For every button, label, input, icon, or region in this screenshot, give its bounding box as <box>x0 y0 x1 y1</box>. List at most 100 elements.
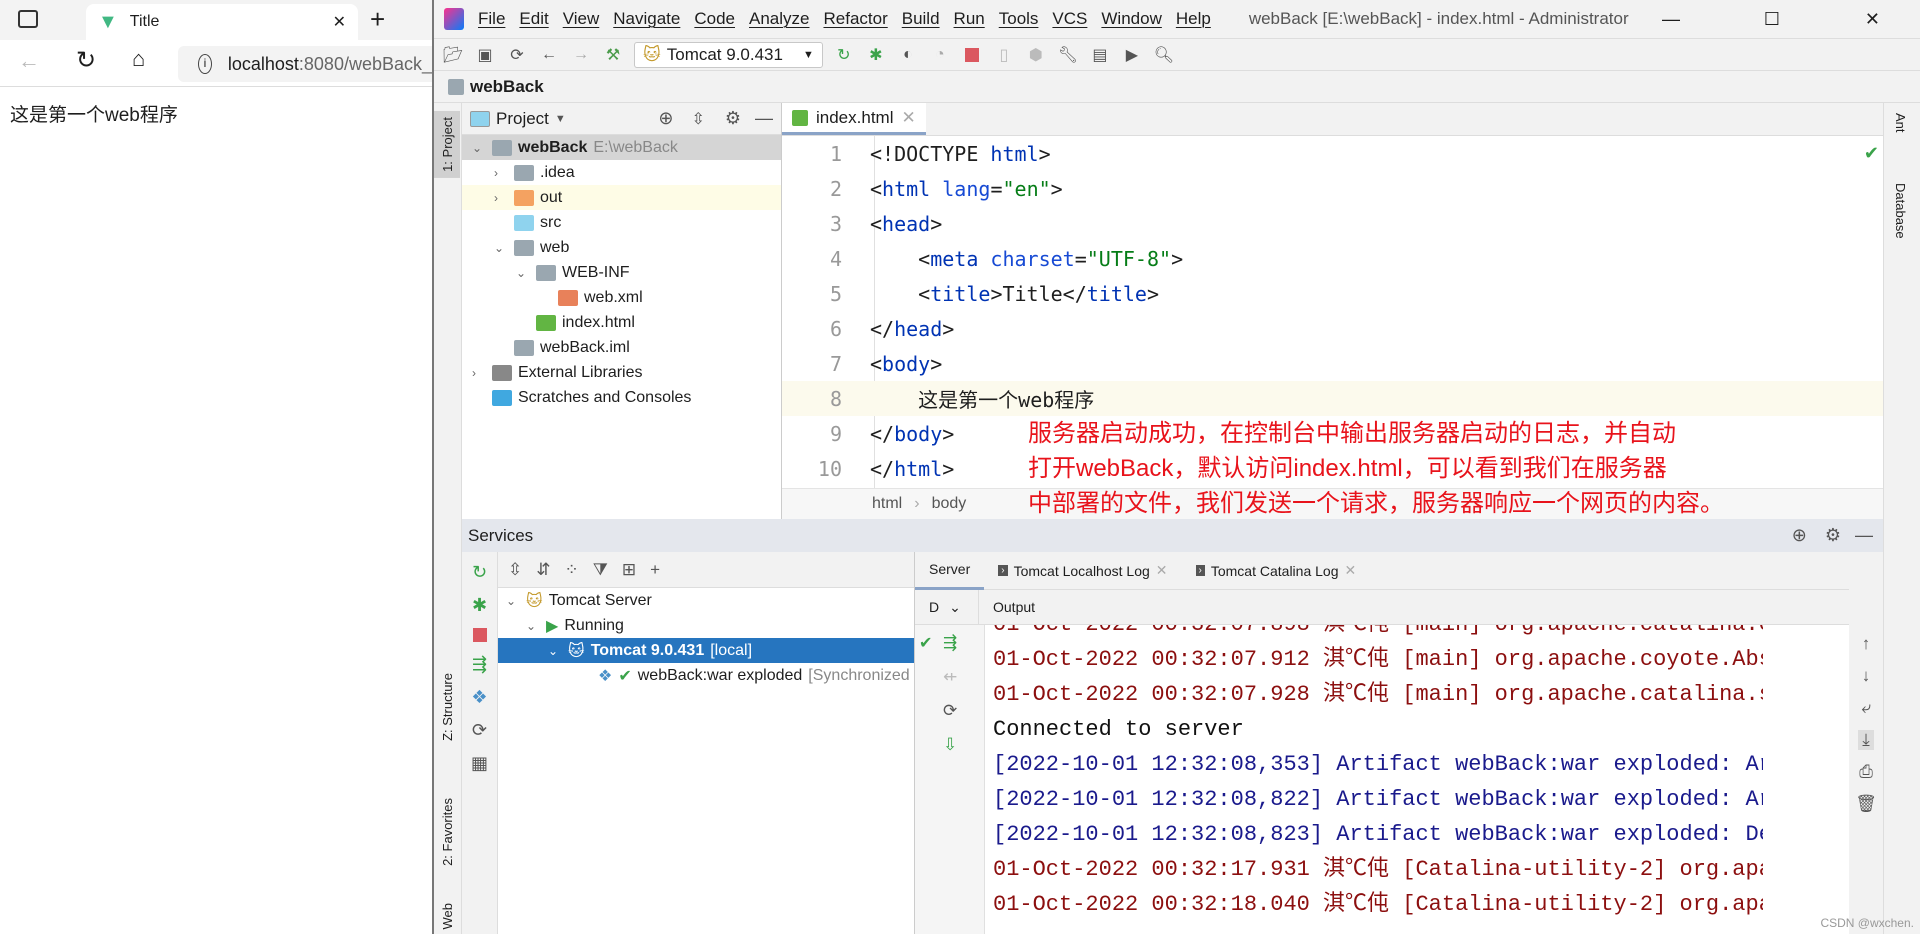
expand-all-icon[interactable]: ⇳ <box>508 560 522 580</box>
refresh-icon[interactable]: ⟳ <box>472 720 487 741</box>
new-tab-icon[interactable]: + <box>370 4 385 35</box>
menu-vcs[interactable]: VCS <box>1052 9 1087 29</box>
project-tree-item[interactable]: › out <box>462 185 781 210</box>
back-icon[interactable]: ← <box>18 48 40 74</box>
rerun-icon[interactable]: ↻ <box>472 562 487 583</box>
debug-icon[interactable]: ✱ <box>472 595 487 616</box>
coverage-icon[interactable]: ◐ <box>897 44 919 66</box>
address-bar[interactable]: i localhost:8080/webBack_ <box>178 46 432 82</box>
print-icon[interactable]: ⎙ <box>1859 762 1873 782</box>
undeploy-icon[interactable]: ⇷ <box>943 667 957 687</box>
close-tab-icon[interactable]: ✕ <box>1345 562 1357 579</box>
group-by-icon[interactable]: ⁘ <box>565 560 579 580</box>
project-tree-item[interactable]: index.html <box>462 310 781 335</box>
minimize-button[interactable]: — <box>1662 9 1680 30</box>
structure-tool-button[interactable]: Z: Structure <box>440 673 455 741</box>
filter-icon[interactable]: ⧩ <box>593 560 608 580</box>
rerun-icon[interactable]: ↻ <box>833 44 855 66</box>
scroll-down-icon[interactable]: ↓ <box>1862 666 1871 686</box>
hide-icon[interactable]: — <box>755 108 773 129</box>
deploy-all-icon[interactable]: ⇩ <box>943 735 957 755</box>
tree-node-artifact[interactable]: ❖ ✔ webBack:war exploded [Synchronized <box>498 663 914 688</box>
device-icon[interactable]: ▯ <box>993 44 1015 66</box>
sync-icon[interactable]: ⟳ <box>506 44 528 66</box>
new-service-icon[interactable]: ⊞ <box>622 560 636 580</box>
close-tab-icon[interactable]: ✕ <box>1156 562 1168 579</box>
browser-tab[interactable]: ▼ Title ✕ <box>86 4 358 40</box>
debug-icon[interactable]: ✱ <box>865 44 887 66</box>
profile-icon[interactable]: ◔ <box>929 44 951 66</box>
menu-code[interactable]: Code <box>694 9 735 29</box>
project-view-select[interactable]: Project <box>496 109 549 129</box>
tab-actions-icon[interactable] <box>18 10 38 28</box>
favorites-tool-button[interactable]: 2: Favorites <box>440 798 455 866</box>
forward-nav-icon[interactable]: → <box>570 44 592 66</box>
search-icon[interactable]: 🔍︎ <box>1153 44 1175 66</box>
deploy-icon[interactable]: ⬢ <box>1025 44 1047 66</box>
menu-tools[interactable]: Tools <box>999 9 1039 29</box>
stop-icon[interactable] <box>961 44 983 66</box>
layout-icon[interactable]: ▦ <box>471 753 488 774</box>
menu-refactor[interactable]: Refactor <box>823 9 887 29</box>
console-output[interactable]: 01-Oct-2022 00:32:07.898 淇℃伅 [main] org.… <box>993 625 1763 934</box>
maximize-button[interactable]: ☐ <box>1764 9 1780 30</box>
terminal-icon[interactable]: ▶ <box>1121 44 1143 66</box>
menu-run[interactable]: Run <box>954 9 985 29</box>
project-tree-item[interactable]: › External Libraries <box>462 360 781 385</box>
ant-tool-button[interactable]: Ant <box>1893 113 1908 133</box>
tab-index-html[interactable]: index.html ✕ <box>782 103 926 135</box>
close-tab-icon[interactable]: ✕ <box>901 108 915 128</box>
project-tree-item[interactable]: ⌄ WEB-INF <box>462 260 781 285</box>
menu-navigate[interactable]: Navigate <box>613 9 680 29</box>
menu-file[interactable]: File <box>478 9 505 29</box>
project-tree-item[interactable]: ⌄ web <box>462 235 781 260</box>
menu-edit[interactable]: Edit <box>519 9 548 29</box>
database-tool-button[interactable]: Database <box>1893 183 1908 239</box>
soft-wrap-icon[interactable]: ⤶ <box>1861 698 1871 718</box>
project-tree-item[interactable]: web.xml <box>462 285 781 310</box>
menu-analyze[interactable]: Analyze <box>749 9 809 29</box>
reload-icon[interactable]: ↻ <box>76 46 96 75</box>
home-icon[interactable]: ⌂ <box>132 46 145 72</box>
project-tree-item[interactable]: ⌄ webBack E:\webBack <box>462 135 781 160</box>
stop-icon[interactable] <box>472 628 487 642</box>
add-icon[interactable]: + <box>650 560 660 580</box>
gear-icon[interactable]: ⚙ <box>725 108 741 129</box>
menu-build[interactable]: Build <box>902 9 940 29</box>
open-icon[interactable]: 📂︎ <box>442 44 464 66</box>
deploy-icon[interactable]: ⇶ <box>943 633 957 653</box>
scroll-up-icon[interactable]: ↑ <box>1862 634 1871 654</box>
breadcrumb-body[interactable]: body <box>932 495 967 513</box>
menu-view[interactable]: View <box>563 9 600 29</box>
breadcrumb-project[interactable]: webBack <box>470 77 544 97</box>
menu-help[interactable]: Help <box>1176 9 1211 29</box>
chevron-down-icon[interactable]: ▼ <box>555 113 566 125</box>
collapse-all-icon[interactable]: ⇵ <box>536 560 550 580</box>
tab-server[interactable]: Server <box>915 552 985 590</box>
tree-node-tomcat-instance[interactable]: ⌄ 🐱︎ Tomcat 9.0.431 [local] <box>498 638 914 663</box>
project-tool-button[interactable]: 1: Project <box>434 111 460 178</box>
tree-node-tomcat-server[interactable]: ⌄ 🐱︎ Tomcat Server <box>498 588 914 613</box>
close-window-button[interactable]: ✕ <box>1865 9 1880 30</box>
project-tree-item[interactable]: src <box>462 210 781 235</box>
tree-node-running[interactable]: ⌄ ▶ Running <box>498 613 914 638</box>
settings-wrench-icon[interactable]: 🔧︎ <box>1057 44 1079 66</box>
tab-catalina-log[interactable]: › Tomcat Catalina Log ✕ <box>1182 552 1371 590</box>
hide-icon[interactable]: — <box>1855 525 1873 546</box>
collapse-all-icon[interactable]: ⇳ <box>691 109 704 129</box>
back-nav-icon[interactable]: ← <box>538 44 560 66</box>
clear-icon[interactable]: 🗑︎ <box>1855 794 1877 814</box>
close-tab-icon[interactable]: ✕ <box>333 12 346 32</box>
project-tree-item[interactable]: › .idea <box>462 160 781 185</box>
artifact-icon[interactable]: ❖ <box>471 687 487 708</box>
breadcrumb-html[interactable]: html <box>872 495 902 513</box>
deployment-column[interactable]: D ⌄ <box>915 589 979 625</box>
gear-icon[interactable]: ⚙ <box>1825 525 1841 546</box>
project-structure-icon[interactable]: ▤ <box>1089 44 1111 66</box>
scroll-to-end-icon[interactable]: ⤓ <box>1858 730 1874 750</box>
build-hammer-icon[interactable]: ⚒ <box>602 44 624 66</box>
refresh-icon[interactable]: ⟳ <box>943 701 957 721</box>
tab-localhost-log[interactable]: › Tomcat Localhost Log ✕ <box>984 552 1181 590</box>
menu-window[interactable]: Window <box>1101 9 1161 29</box>
project-tree-item[interactable]: Scratches and Consoles <box>462 385 781 410</box>
